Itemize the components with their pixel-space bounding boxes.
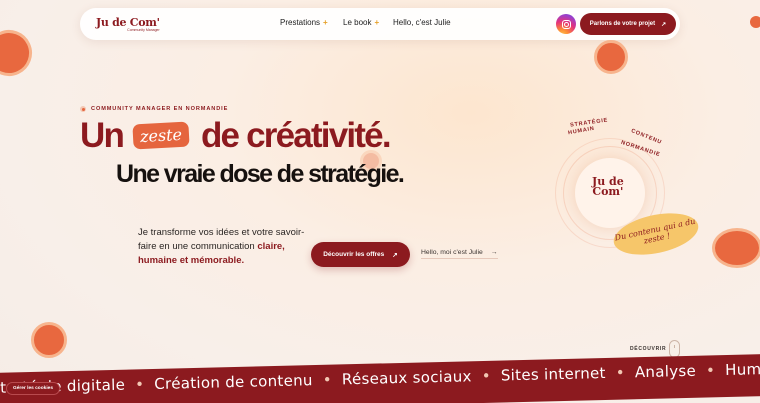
cookies-button[interactable]: Gérer les cookies (6, 382, 60, 395)
marquee-separator: • (322, 370, 333, 389)
badge-logo-line2: Com' (592, 185, 624, 198)
orange-slice-icon (31, 322, 67, 358)
cta-primary-label: Découvrir les offres (323, 251, 385, 258)
plus-icon: + (323, 18, 328, 27)
arrow-up-right-icon: ↗ (392, 251, 398, 259)
orange-slice-icon (0, 23, 39, 83)
marquee-item: Sites internet (500, 363, 606, 385)
marquee-item: Analyse (634, 361, 697, 382)
discover-offers-button[interactable]: Découvrir les offres ↗ (311, 242, 410, 267)
dot-icon (80, 106, 86, 112)
orange-slice-icon (712, 228, 760, 268)
eyebrow-text: COMMUNITY MANAGER EN NORMANDIE (91, 106, 229, 112)
marquee-item: Création de contenu (154, 371, 313, 393)
hero-title-part2: de créativité. (200, 116, 392, 155)
nav-item-prestations[interactable]: Prestations + (280, 18, 328, 27)
nav-item-label: Hello, c'est Julie (393, 18, 451, 27)
badge-logo: Ju de Com' (592, 176, 624, 198)
cta-label: Parlons de votre projet (589, 21, 656, 27)
marquee-separator: • (481, 366, 492, 385)
nav-item-le-book[interactable]: Le book + (343, 18, 379, 27)
marquee-item: Réseaux sociaux (341, 367, 472, 389)
nav-item-label: Le book (343, 18, 372, 27)
site-logo[interactable]: Ju de Com' Community Manager (96, 16, 160, 32)
contact-cta-button[interactable]: Parlons de votre projet ↗ (580, 13, 676, 35)
hello-julie-link[interactable]: Hello, moi c'est Julie → (421, 249, 498, 259)
marquee-track: Stratégie digitale • Création de contenu • R… (0, 360, 760, 397)
nav-item-label: Prestations (280, 18, 321, 27)
hero-intro: Je transforme vos idées et votre savoir-… (138, 226, 313, 268)
hero-title-part1: Un (80, 116, 125, 155)
orange-dot-icon (750, 16, 760, 28)
arrow-right-icon: → (490, 249, 498, 256)
scroll-label[interactable]: DÉCOUVRIR (630, 346, 666, 352)
plus-icon: + (374, 18, 380, 27)
hero-title: Un zeste de créativité. (80, 116, 392, 156)
cta-secondary-label: Hello, moi c'est Julie (421, 249, 483, 256)
marquee-separator: • (134, 375, 145, 394)
arrow-up-right-icon: ↗ (661, 21, 667, 28)
top-navbar: Ju de Com' Community Manager Prestations… (80, 8, 680, 40)
instagram-icon[interactable] (556, 14, 576, 34)
marquee-item: Humain (724, 359, 760, 380)
hero-title-highlight: zeste (132, 121, 190, 150)
marquee-separator: • (615, 363, 626, 382)
marquee-separator: • (705, 361, 716, 380)
hero-eyebrow: COMMUNITY MANAGER EN NORMANDIE (80, 106, 228, 112)
services-marquee: Stratégie digitale • Création de contenu • R… (0, 353, 760, 403)
hero-subtitle: Une vraie dose de stratégie. (116, 160, 405, 188)
orange-slice-icon (594, 40, 628, 74)
nav-item-hello-julie[interactable]: Hello, c'est Julie (393, 18, 451, 27)
